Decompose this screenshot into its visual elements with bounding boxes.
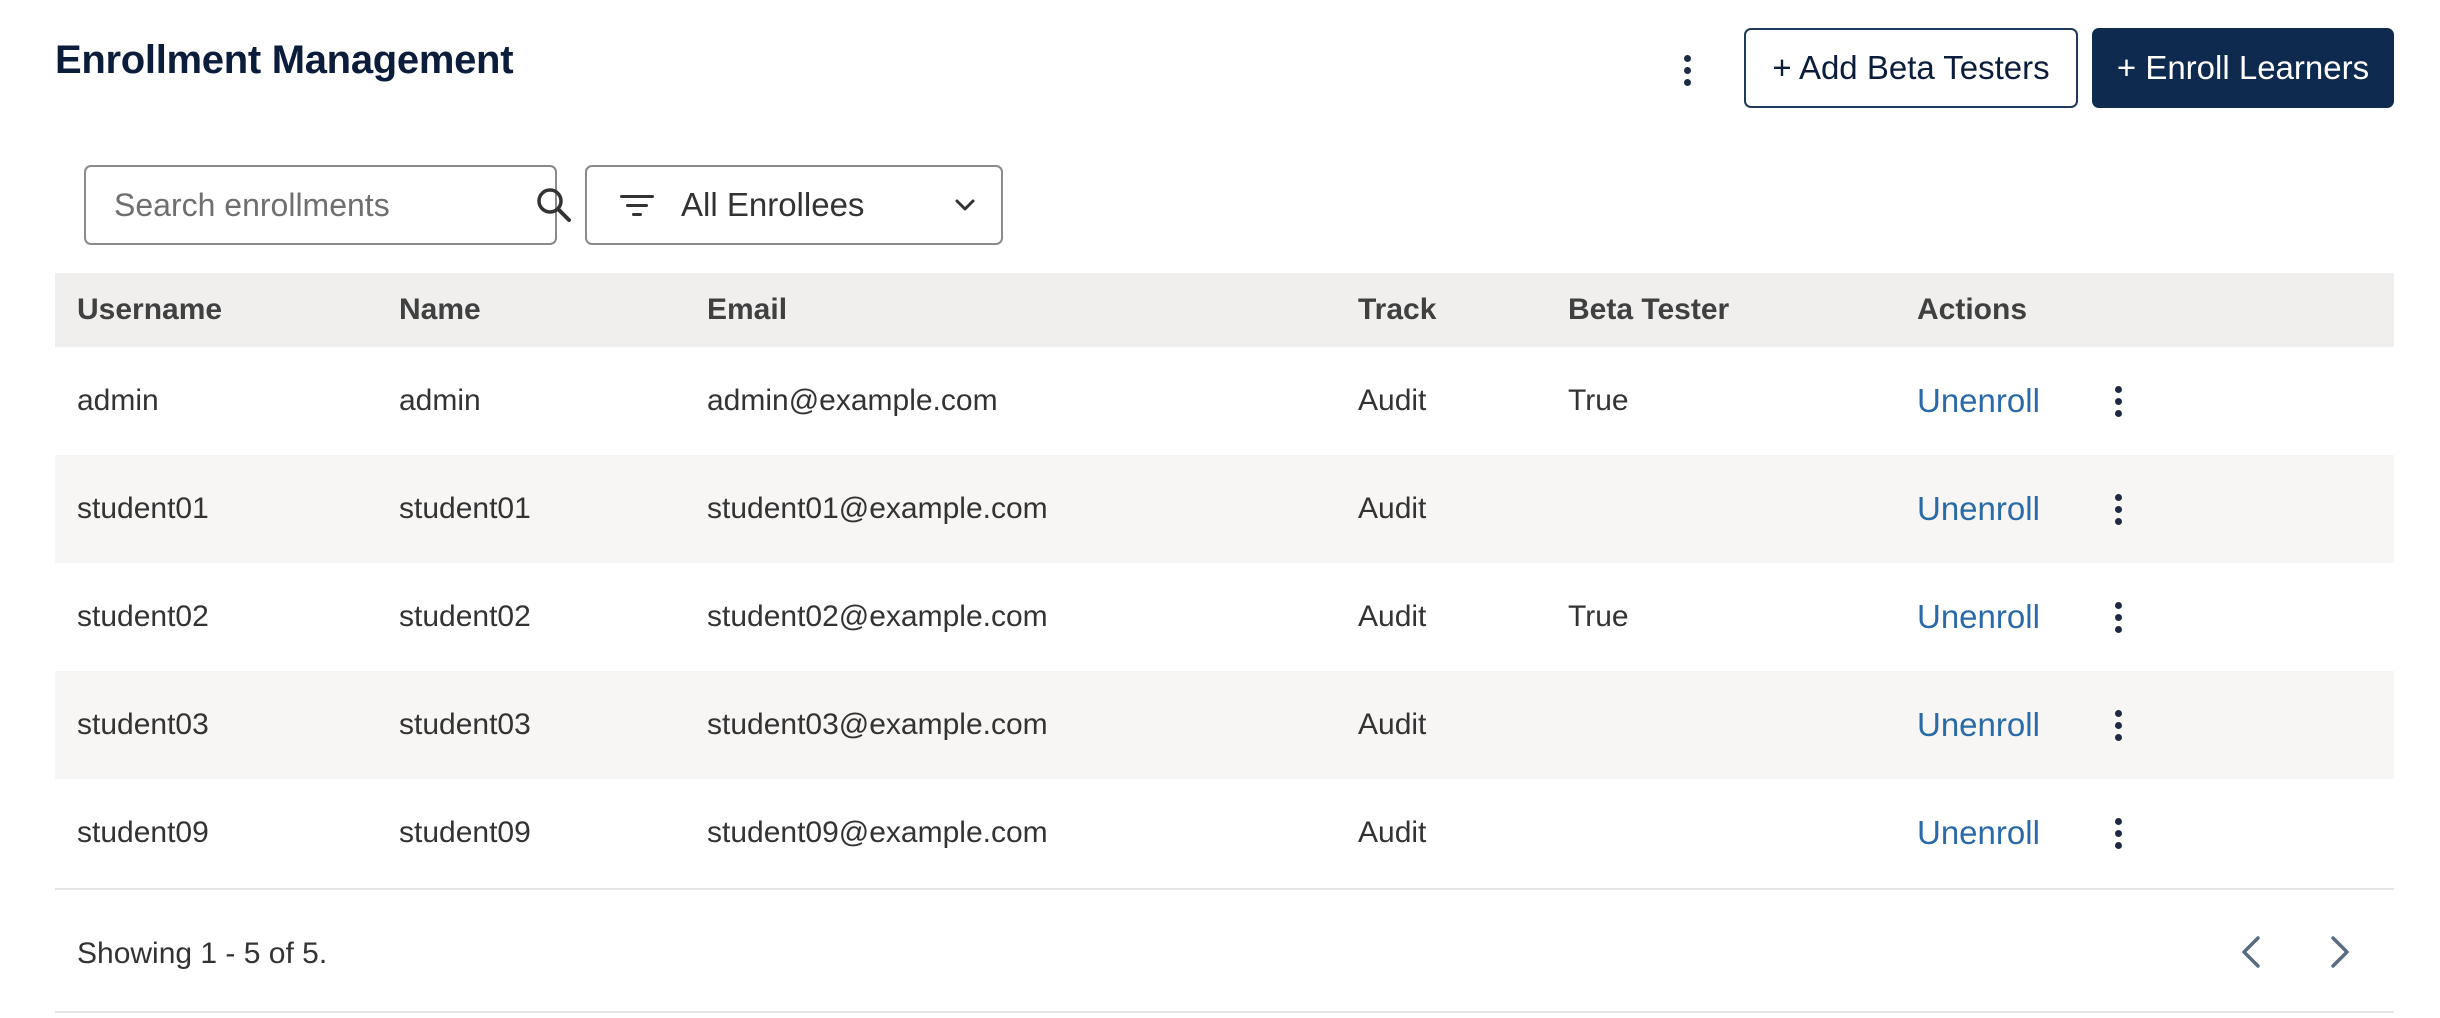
more-options-icon[interactable] <box>1672 50 1702 90</box>
column-header-beta-tester[interactable]: Beta Tester <box>1568 293 1729 327</box>
cell-email: student02@example.com <box>707 600 1048 633</box>
enrollments-table: Username Name Email Track Beta Tester Ac… <box>55 273 2394 887</box>
cell-beta-tester: True <box>1568 384 1629 417</box>
cell-track: Audit <box>1358 600 1427 633</box>
cell-username: student03 <box>77 708 209 741</box>
row-more-options-icon[interactable] <box>2106 597 2130 637</box>
chevron-down-icon <box>953 193 977 217</box>
unenroll-link[interactable]: Unenroll <box>1917 814 2040 852</box>
unenroll-link[interactable]: Unenroll <box>1917 598 2040 636</box>
column-header-username[interactable]: Username <box>77 293 222 327</box>
unenroll-link[interactable]: Unenroll <box>1917 382 2040 420</box>
cell-name: student09 <box>399 816 531 849</box>
cell-track: Audit <box>1358 492 1427 525</box>
table-row: student02 student02 student02@example.co… <box>55 563 2394 671</box>
pagination-summary: Showing 1 - 5 of 5. <box>77 937 328 970</box>
add-beta-testers-button[interactable]: + Add Beta Testers <box>1744 28 2078 108</box>
chevron-left-icon[interactable] <box>2230 930 2274 974</box>
table-row: student01 student01 student01@example.co… <box>55 455 2394 563</box>
enroll-learners-button[interactable]: + Enroll Learners <box>2092 28 2394 108</box>
cell-name: admin <box>399 384 481 417</box>
cell-email: student01@example.com <box>707 492 1048 525</box>
cell-track: Audit <box>1358 816 1427 849</box>
filter-selected-value: All Enrollees <box>681 186 865 223</box>
table-footer: Showing 1 - 5 of 5. <box>55 888 2394 1013</box>
page-title: Enrollment Management <box>55 38 514 82</box>
table-row: student09 student09 student09@example.co… <box>55 779 2394 887</box>
row-more-options-icon[interactable] <box>2106 489 2130 529</box>
column-header-name[interactable]: Name <box>399 293 481 327</box>
search-box <box>84 165 571 245</box>
cell-track: Audit <box>1358 708 1427 741</box>
cell-username: student09 <box>77 816 209 849</box>
cell-name: student02 <box>399 600 531 633</box>
unenroll-link[interactable]: Unenroll <box>1917 706 2040 744</box>
cell-name: student01 <box>399 492 531 525</box>
row-more-options-icon[interactable] <box>2106 705 2130 745</box>
cell-email: student03@example.com <box>707 708 1048 741</box>
enrollee-filter-select[interactable]: All Enrollees <box>585 165 1003 245</box>
row-more-options-icon[interactable] <box>2106 381 2130 421</box>
column-header-actions: Actions <box>1917 293 2028 326</box>
column-header-track[interactable]: Track <box>1358 293 1436 327</box>
cell-beta-tester: True <box>1568 600 1629 633</box>
page-header: Enrollment Management + Add Beta Testers… <box>55 28 2394 108</box>
cell-track: Audit <box>1358 384 1427 417</box>
row-more-options-icon[interactable] <box>2106 813 2130 853</box>
column-header-email[interactable]: Email <box>707 293 787 327</box>
cell-email: student09@example.com <box>707 816 1048 849</box>
search-input[interactable] <box>114 186 534 224</box>
search-icon[interactable] <box>534 185 574 225</box>
cell-username: student02 <box>77 600 209 633</box>
table-row: student03 student03 student03@example.co… <box>55 671 2394 779</box>
cell-username: admin <box>77 384 159 417</box>
cell-username: student01 <box>77 492 209 525</box>
chevron-right-icon[interactable] <box>2317 930 2361 974</box>
table-header: Username Name Email Track Beta Tester Ac… <box>55 273 2394 347</box>
cell-email: admin@example.com <box>707 384 998 417</box>
table-row: admin admin admin@example.com Audit True… <box>55 347 2394 455</box>
cell-name: student03 <box>399 708 531 741</box>
filter-icon <box>619 190 655 220</box>
unenroll-link[interactable]: Unenroll <box>1917 490 2040 528</box>
